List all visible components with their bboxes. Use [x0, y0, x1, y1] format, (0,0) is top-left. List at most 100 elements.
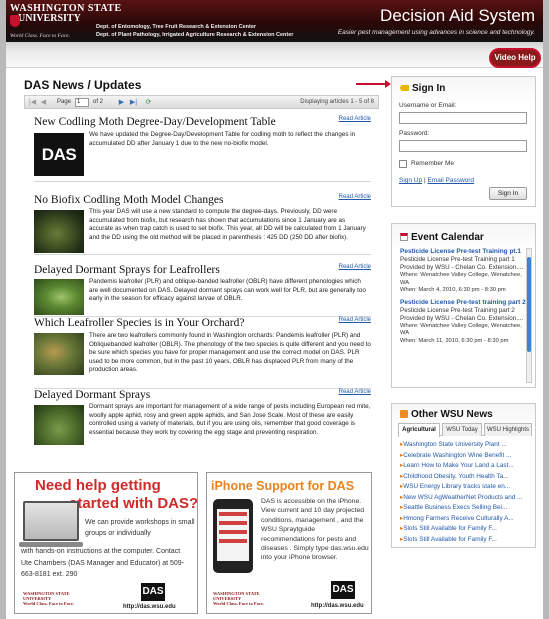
- remember-me-checkbox[interactable]: [399, 160, 407, 168]
- article-divider: [34, 254, 371, 255]
- article-title[interactable]: Delayed Dormant Sprays for Leafrollers: [34, 264, 220, 276]
- event-calendar-title: Event Calendar: [400, 232, 484, 243]
- tab-wsu-today[interactable]: WSU Today: [442, 423, 482, 436]
- tab-agricultural[interactable]: Agricultural: [398, 423, 440, 437]
- event-item: Pesticide License Pre-test training part…: [400, 299, 529, 346]
- email-password-link[interactable]: Email Password: [427, 177, 474, 184]
- list-item[interactable]: Slots Still Available for Family F...: [400, 524, 534, 535]
- dormant-spray-photo: [34, 405, 84, 445]
- refresh-icon[interactable]: ⟳: [144, 98, 153, 107]
- last-page-icon[interactable]: ▶|: [129, 98, 138, 107]
- event-calendar-panel: Event Calendar Pesticide License Pre-tes…: [391, 223, 536, 388]
- pager-info: Displaying articles 1 - 5 of 8: [300, 99, 374, 105]
- link-separator: |: [423, 177, 426, 184]
- screen-row: [219, 539, 247, 543]
- password-label: Password:: [399, 130, 430, 137]
- event-when: When: March 11, 2010, 6:30 pm - 8:30 pm: [400, 337, 509, 344]
- page-count-label: of 2: [93, 99, 104, 105]
- page: WASHINGTON STATE UNIVERSITY World Class.…: [6, 0, 543, 619]
- first-page-icon[interactable]: |◀: [28, 98, 37, 107]
- list-item[interactable]: New WSU AgWeatherNet Products and ...: [400, 493, 534, 504]
- read-article-link[interactable]: Read Article: [339, 194, 371, 200]
- article-title[interactable]: Delayed Dormant Sprays: [34, 389, 150, 401]
- screen-row: [219, 530, 247, 534]
- next-page-icon[interactable]: ▶: [117, 98, 126, 107]
- codling-moth-photo: [34, 210, 84, 253]
- event-title[interactable]: Pesticide License Pre-test training part…: [400, 299, 529, 307]
- list-item[interactable]: Childhood Obesity, Youth Health Ta...: [400, 472, 534, 483]
- leafroller-photo: [34, 279, 84, 315]
- app-subtitle: Easier pest management using advances in…: [337, 29, 535, 36]
- help-ad-banner[interactable]: Need help getting started with DAS? We c…: [14, 472, 198, 614]
- event-scrollbar[interactable]: [526, 248, 532, 383]
- arrow-icon: [356, 80, 391, 88]
- read-article-link[interactable]: Read Article: [339, 317, 371, 323]
- list-item[interactable]: Slots Still Available for Family F...: [400, 535, 534, 546]
- wsu-news-panel: Other WSU News Agricultural WSU Today WS…: [391, 403, 536, 548]
- wsu-logo[interactable]: WASHINGTON STATE UNIVERSITY: [10, 3, 122, 27]
- list-item[interactable]: WSU Energy Library tracks state en...: [400, 482, 534, 493]
- article-divider: [34, 181, 371, 182]
- event-scrollbar-thumb[interactable]: [527, 257, 531, 352]
- wsu-tagline: World Class. Face to Face.: [10, 33, 70, 39]
- help-ad-headline-2: started with DAS?: [69, 495, 198, 512]
- app-title[interactable]: Decision Aid System: [380, 6, 535, 26]
- list-item[interactable]: Learn How to Make Your Land a Last...: [400, 461, 534, 472]
- page-label: Page: [57, 99, 72, 105]
- read-article-link[interactable]: Read Article: [339, 389, 371, 395]
- read-article-link[interactable]: Read Article: [339, 116, 371, 122]
- event-description: Pesticide License Pre-test Training part…: [400, 306, 524, 322]
- remember-me-label: Remember Me: [411, 160, 454, 167]
- help-ad-text: We can provide workshops in small groups…: [85, 519, 195, 537]
- wsu-ad-logo-tagline: World Class. Face to Face.: [23, 601, 74, 606]
- article-title[interactable]: New Codling Moth Degree-Day/Development …: [34, 116, 276, 128]
- news-article: No Biofix Codling Moth Model Changes Rea…: [34, 194, 371, 256]
- news-pager: |◀ ◀ Page 1 of 2 ▶ ▶| ⟳ Displaying artic…: [24, 95, 379, 109]
- das-logo: DAS: [141, 583, 165, 601]
- event-list[interactable]: Pesticide License Pre-test Training pt.1…: [400, 248, 529, 383]
- article-title[interactable]: No Biofix Codling Moth Model Changes: [34, 194, 223, 206]
- wsu-news-list: Washington State University Plant ... Ce…: [400, 440, 534, 545]
- prev-page-icon[interactable]: ◀: [39, 98, 48, 107]
- wsu-news-title-text: Other WSU News: [411, 409, 493, 420]
- article-title[interactable]: Which Leafroller Species is in Your Orch…: [34, 317, 244, 329]
- list-item[interactable]: Washington State University Plant ...: [400, 440, 534, 451]
- tab-wsu-highlights[interactable]: WSU Highlights: [484, 423, 532, 436]
- iphone-ad-banner[interactable]: iPhone Support for DAS DAS is accessible…: [206, 472, 372, 614]
- event-title[interactable]: Pesticide License Pre-test Training pt.1: [400, 248, 529, 256]
- event-item: Pesticide License Pre-test Training pt.1…: [400, 248, 529, 295]
- sign-in-button[interactable]: Sign In: [489, 187, 527, 200]
- page-number-input[interactable]: 1: [75, 98, 89, 107]
- event-where: Where: Wenatchee Valley College, Wenatch…: [400, 322, 522, 337]
- password-input[interactable]: [399, 140, 527, 152]
- list-item[interactable]: Celebrate Washington Wine Benefit ...: [400, 451, 534, 462]
- das-url[interactable]: http://das.wsu.edu: [311, 603, 364, 609]
- wsu-ad-logo: WASHINGTON STATE UNIVERSITY World Class.…: [23, 591, 74, 606]
- leafroller-species-photo: [34, 333, 84, 375]
- news-article: Delayed Dormant Sprays for Leafrollers R…: [34, 264, 371, 318]
- list-item[interactable]: Seattle Business Execs Selling Bei...: [400, 503, 534, 514]
- read-article-link[interactable]: Read Article: [339, 264, 371, 270]
- iphone-screen: [217, 509, 249, 561]
- event-calendar-title-text: Event Calendar: [411, 232, 484, 243]
- department-plant-pathology: Dept. of Plant Pathology, Irrigated Agri…: [96, 32, 294, 38]
- sign-up-link[interactable]: Sign Up: [399, 177, 422, 184]
- video-help-button[interactable]: Video Help: [489, 48, 541, 68]
- article-body: There are two leafrollers commonly found…: [89, 332, 371, 374]
- iphone-icon: [213, 499, 253, 573]
- department-entomology: Dept. of Entomology, Tree Fruit Research…: [96, 24, 257, 30]
- list-item[interactable]: Hmong Farmers Receive Culturally A...: [400, 514, 534, 525]
- calendar-icon: [400, 233, 408, 241]
- username-input[interactable]: [399, 112, 527, 124]
- das-thumbnail: DAS: [34, 133, 84, 176]
- das-url[interactable]: http://das.wsu.edu: [123, 604, 176, 610]
- username-label: Username or Email:: [399, 102, 457, 109]
- help-ad-contact: with hands-on instructions at the comput…: [21, 548, 185, 578]
- screen-row: [219, 521, 247, 525]
- key-icon: [400, 85, 409, 91]
- news-article: New Codling Moth Degree-Day/Development …: [34, 116, 371, 182]
- news-heading: DAS News / Updates: [24, 78, 142, 92]
- iphone-ad-headline: iPhone Support for DAS: [211, 479, 355, 493]
- event-when: When: March 4, 2010, 6:30 pm - 8:30 pm: [400, 287, 506, 293]
- news-article: Which Leafroller Species is in Your Orch…: [34, 317, 371, 389]
